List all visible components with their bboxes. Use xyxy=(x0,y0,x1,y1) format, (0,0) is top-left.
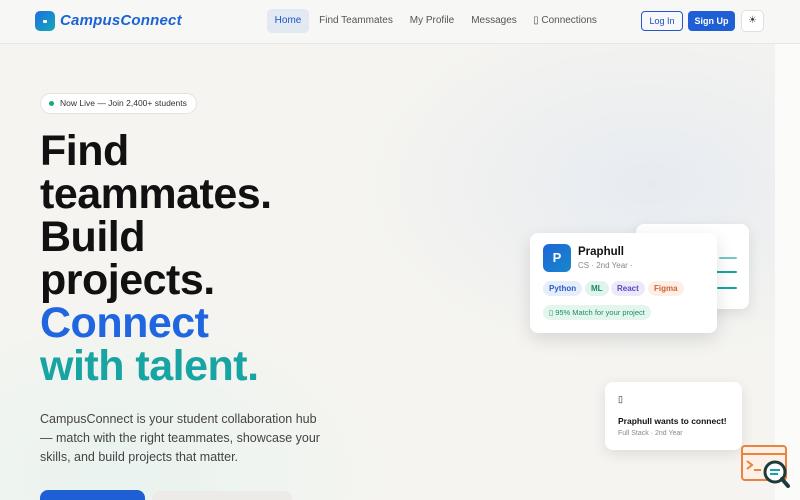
progress-bar xyxy=(715,271,737,273)
hero-description: CampusConnect is your student collaborat… xyxy=(40,412,320,464)
notification-icon: ▯ xyxy=(618,394,623,404)
skill-tag-react: React xyxy=(611,281,645,296)
hero-heading-line-2: teammates. xyxy=(40,170,272,218)
logo-text[interactable]: CampusConnect xyxy=(60,12,182,29)
nav-my-profile-link[interactable]: My Profile xyxy=(406,9,458,33)
hero-heading-line-4: projects. xyxy=(40,256,215,304)
profile-name: Praphull xyxy=(578,246,625,258)
notification-title: Praphull wants to connect! xyxy=(618,416,727,426)
profile-subtitle: CS · 2nd Year · xyxy=(578,261,633,270)
theme-toggle-sun-icon[interactable]: ☀ xyxy=(741,10,764,32)
nav-home-link[interactable]: Home xyxy=(267,9,309,33)
hero-heading-line-5: Connect xyxy=(40,299,209,347)
live-status-text: Now Live — Join 2,400+ students xyxy=(60,98,187,108)
progress-bar xyxy=(717,287,737,289)
hero-heading-line-3: Build xyxy=(40,213,145,261)
live-dot-icon xyxy=(49,101,54,106)
signup-button[interactable]: Sign Up xyxy=(688,11,735,31)
nav-connections-link[interactable]: ▯ Connections xyxy=(530,9,600,33)
login-button[interactable]: Log In xyxy=(641,11,683,31)
skill-tag-ml: ML xyxy=(585,281,609,296)
primary-cta-button[interactable] xyxy=(40,490,145,500)
progress-bar xyxy=(719,257,737,259)
live-status-badge: Now Live — Join 2,400+ students xyxy=(40,93,197,114)
nav-messages-link[interactable]: Messages xyxy=(468,9,520,33)
nav-find-teammates-link[interactable]: Find Teammates xyxy=(316,9,396,33)
scrollbar-track[interactable] xyxy=(775,44,800,500)
hero-heading-line-6: with talent. xyxy=(40,342,259,390)
notification-subtitle: Full Stack · 2nd Year xyxy=(618,430,683,437)
code-search-widget-icon[interactable] xyxy=(741,445,791,489)
avatar: P xyxy=(543,244,571,272)
skill-tag-python: Python xyxy=(543,281,583,296)
profile-card[interactable]: P Praphull CS · 2nd Year · Python ML Rea… xyxy=(530,233,717,333)
secondary-cta-button[interactable] xyxy=(152,491,292,500)
skill-tag-figma: Figma xyxy=(648,281,684,296)
hero-heading-line-1: Find xyxy=(40,127,129,175)
match-badge: ▯ 95% Match for your project xyxy=(543,305,651,320)
top-navbar: CampusConnect Home Find Teammates My Pro… xyxy=(0,0,800,44)
connect-notification-card[interactable]: ▯ Praphull wants to connect! Full Stack … xyxy=(605,382,742,450)
logo-icon[interactable] xyxy=(35,11,55,31)
